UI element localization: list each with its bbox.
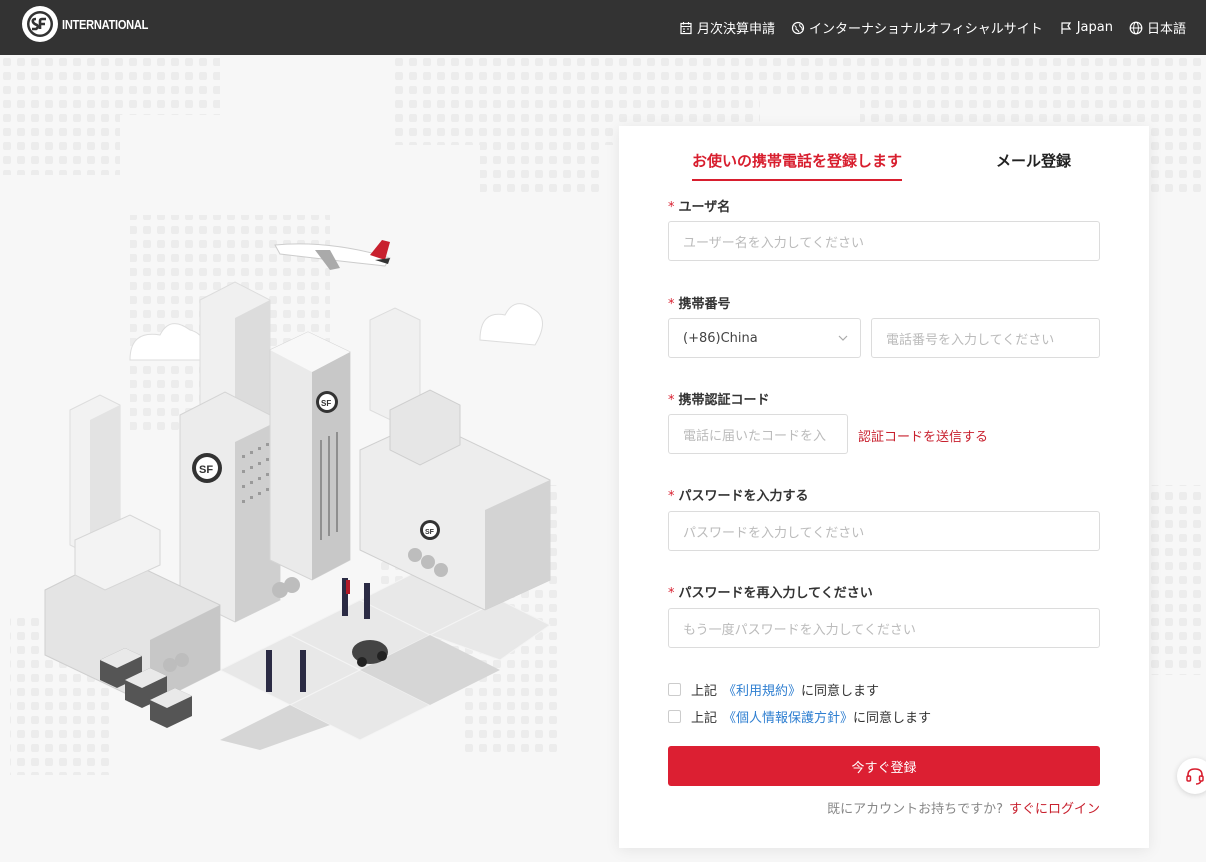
registration-card: お使いの携帯電話を登録します メール登録 * ユーザ名 ユーザー名を入力してくださ…	[619, 126, 1149, 848]
required-mark: *	[668, 297, 675, 312]
phone-label: * 携帯番号	[668, 293, 731, 312]
required-mark: *	[668, 489, 675, 504]
svg-text:SF: SF	[425, 529, 435, 536]
login-prompt-text: 既にアカウントお持ちですか?	[827, 802, 1003, 817]
label-text: パスワードを再入力してください	[678, 586, 873, 601]
username-label: * ユーザ名	[668, 196, 730, 215]
language-globe-icon	[1129, 21, 1143, 34]
privacy-checkbox[interactable]	[668, 710, 681, 723]
sf-logo-icon	[22, 6, 58, 42]
nav-label: 月次決算申請	[696, 22, 775, 37]
send-code-link[interactable]: 認証コードを送信する	[858, 426, 988, 445]
agree-prefix: 上記	[691, 711, 718, 726]
privacy-agreement: 上記 《個人情報保護方針》 に同意します	[668, 707, 931, 726]
login-link[interactable]: すぐにログイン	[1009, 802, 1100, 817]
required-mark: *	[668, 586, 675, 601]
country-code-value: (+86)China	[683, 330, 758, 346]
tab-email-registration[interactable]: メール登録	[996, 150, 1071, 179]
verification-code-input[interactable]: 電話に届いたコードを入	[668, 414, 848, 454]
username-input[interactable]: ユーザー名を入力してください	[668, 221, 1100, 261]
password-placeholder: パスワードを入力してください	[683, 525, 865, 541]
nav-region-japan[interactable]: Japan	[1059, 20, 1113, 35]
svg-text:SF: SF	[321, 399, 331, 408]
sf-international-logo[interactable]: INTERNATIONAL	[22, 6, 163, 42]
nav-official-site[interactable]: インターナショナルオフィシャルサイト	[791, 18, 1043, 37]
password-input[interactable]: パスワードを入力してください	[668, 511, 1100, 551]
logo-text: INTERNATIONAL	[62, 16, 149, 32]
register-now-button[interactable]: 今すぐ登録	[668, 746, 1100, 786]
flag-icon	[1061, 21, 1071, 34]
calendar-icon	[680, 21, 692, 34]
svg-text:SF: SF	[199, 464, 213, 476]
code-label: * 携帯認証コード	[668, 389, 770, 408]
password-confirm-input[interactable]: もう一度パスワードを入力してください	[668, 608, 1100, 648]
required-mark: *	[668, 393, 675, 408]
terms-of-use-link[interactable]: 《利用規約》	[723, 680, 801, 699]
registration-tabs: お使いの携帯電話を登録します メール登録	[619, 150, 1149, 182]
password-confirm-label: * パスワードを再入力してください	[668, 582, 873, 601]
top-navigation-bar: INTERNATIONAL 月次決算申請 インターナショナルオフィシャルサイト …	[0, 0, 1206, 55]
password-label: * パスワードを入力する	[668, 485, 809, 504]
code-placeholder: 電話に届いたコードを入	[683, 428, 827, 444]
label-text: 携帯番号	[678, 297, 731, 312]
nav-label: 日本語	[1146, 22, 1186, 37]
nav-monthly-settlement[interactable]: 月次決算申請	[679, 18, 775, 37]
phone-placeholder: 電話番号を入力してください	[886, 332, 1055, 348]
headset-icon	[1186, 768, 1204, 785]
password-confirm-placeholder: もう一度パスワードを入力してください	[683, 622, 916, 638]
header-nav: 月次決算申請 インターナショナルオフィシャルサイト Japan 日本語	[679, 0, 1186, 55]
agree-suffix: に同意します	[801, 684, 880, 699]
agree-prefix: 上記	[691, 684, 718, 699]
nav-language[interactable]: 日本語	[1129, 18, 1186, 37]
country-code-select[interactable]: (+86)China	[668, 318, 861, 358]
agree-suffix: に同意します	[853, 711, 932, 726]
globe-site-icon	[791, 21, 805, 34]
username-placeholder: ユーザー名を入力してください	[683, 235, 864, 251]
tab-phone-registration[interactable]: お使いの携帯電話を登録します	[692, 150, 903, 181]
label-text: ユーザ名	[678, 200, 731, 215]
label-text: パスワードを入力する	[678, 489, 809, 504]
chevron-down-icon	[838, 335, 848, 341]
phone-number-input[interactable]: 電話番号を入力してください	[871, 318, 1100, 358]
label-text: 携帯認証コード	[678, 393, 770, 408]
login-prompt: 既にアカウントお持ちですか? すぐにログイン	[827, 798, 1100, 817]
nav-label: インターナショナルオフィシャルサイト	[808, 22, 1043, 37]
nav-label: Japan	[1076, 20, 1113, 35]
privacy-policy-link[interactable]: 《個人情報保護方針》	[723, 707, 853, 726]
city-illustration: SF SF SF	[44, 240, 551, 750]
customer-service-button[interactable]	[1177, 758, 1206, 794]
required-mark: *	[668, 200, 675, 215]
terms-agreement: 上記 《利用規約》 に同意します	[668, 680, 879, 699]
terms-checkbox[interactable]	[668, 683, 681, 696]
